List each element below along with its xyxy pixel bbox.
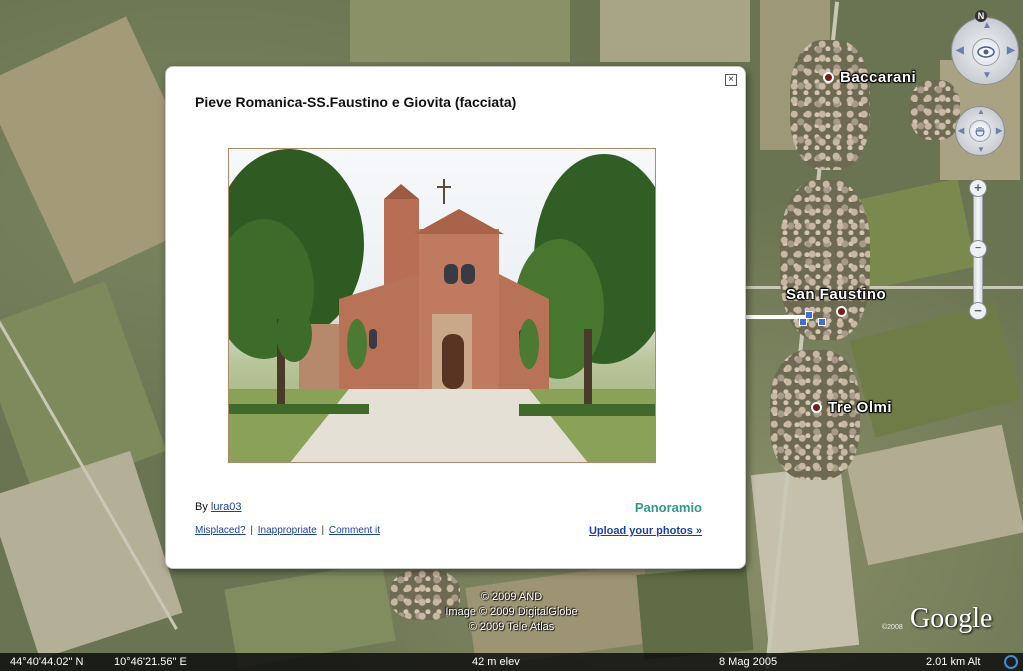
panoramio-logo[interactable]: Panoramio xyxy=(635,500,702,515)
move-control[interactable]: ▲ ▼ ◀ ▶ xyxy=(955,106,1005,156)
elevation-readout: 42 m elev xyxy=(472,656,520,668)
author-link[interactable]: lura03 xyxy=(211,501,242,513)
place-name: Baccarani xyxy=(840,69,917,86)
latitude-readout: 44°40'44.02" N xyxy=(10,656,84,668)
place-baccarani[interactable]: Baccarani xyxy=(823,69,916,86)
zoom-in-button[interactable]: + xyxy=(969,179,987,197)
look-control[interactable]: ▲ ▼ ◀ ▶ xyxy=(951,17,1019,85)
photo-pin-icon[interactable] xyxy=(818,318,826,326)
upload-photos-link[interactable]: Upload your photos » xyxy=(589,525,702,537)
close-icon[interactable]: × xyxy=(725,74,737,86)
village-area xyxy=(790,40,870,170)
place-name: San Faustino xyxy=(786,286,887,303)
village-area xyxy=(910,80,960,140)
arrow-left-icon[interactable]: ◀ xyxy=(958,126,964,135)
balloon-title: Pieve Romanica-SS.Faustino e Giovita (fa… xyxy=(195,94,517,110)
arrow-left-icon[interactable]: ◀ xyxy=(956,45,964,56)
copyright-line: Image © 2009 DigitalGlobe xyxy=(445,606,578,618)
hand-icon[interactable] xyxy=(969,120,991,142)
photo-author: By lura03 xyxy=(195,501,241,513)
arrow-up-icon[interactable]: ▲ xyxy=(977,107,985,116)
place-tre-olmi[interactable]: Tre Olmi xyxy=(811,399,892,416)
logo-year: ©2008 xyxy=(882,624,903,631)
arrow-down-icon[interactable]: ▼ xyxy=(982,70,992,81)
google-logo: Google xyxy=(910,603,993,634)
photo-actions: Misplaced? | Inappropriate | Comment it xyxy=(195,525,380,536)
author-prefix: By xyxy=(195,501,211,513)
altitude-readout: 2.01 km Alt xyxy=(926,656,981,668)
link-separator: | xyxy=(321,525,325,536)
streaming-indicator-icon xyxy=(1004,655,1018,669)
copyright-line: © 2009 Tele Atlas xyxy=(468,621,555,633)
arrow-right-icon[interactable]: ▶ xyxy=(1007,45,1015,56)
arrow-down-icon[interactable]: ▼ xyxy=(977,145,985,154)
imagery-date: 8 Mag 2005 xyxy=(719,656,778,668)
photo-pin-icon[interactable] xyxy=(805,311,813,319)
arrow-right-icon[interactable]: ▶ xyxy=(996,126,1002,135)
field xyxy=(600,0,750,62)
inappropriate-link[interactable]: Inappropriate xyxy=(258,525,317,536)
photo-balloon: × Pieve Romanica-SS.Faustino e Giovita (… xyxy=(165,66,746,569)
field xyxy=(845,424,1023,566)
place-marker-icon[interactable] xyxy=(811,402,822,413)
place-san-faustino[interactable]: San Faustino xyxy=(786,286,886,303)
field xyxy=(350,0,570,62)
longitude-readout: 10°46'21.56" E xyxy=(114,656,187,668)
status-bar: 44°40'44.02" N 10°46'21.56" E 42 m elev … xyxy=(0,653,1023,671)
link-separator: | xyxy=(250,525,253,536)
place-san-faustino-marker[interactable] xyxy=(836,306,847,317)
place-marker-icon[interactable] xyxy=(823,72,834,83)
misplaced-link[interactable]: Misplaced? xyxy=(195,525,246,536)
zoom-slider-handle[interactable]: − xyxy=(969,240,987,258)
zoom-out-button[interactable]: − xyxy=(969,302,987,320)
place-name: Tre Olmi xyxy=(828,399,893,416)
balloon-pointer xyxy=(745,315,805,319)
eye-icon[interactable] xyxy=(972,38,1000,66)
place-marker-icon[interactable] xyxy=(836,306,847,317)
photo-pin-icon[interactable] xyxy=(799,318,807,326)
copyright-line: © 2009 AND xyxy=(480,591,543,603)
north-indicator[interactable]: N xyxy=(975,10,987,22)
church-photo[interactable] xyxy=(228,148,656,463)
field xyxy=(849,302,1021,438)
arrow-up-icon[interactable]: ▲ xyxy=(982,20,992,31)
comment-link[interactable]: Comment it xyxy=(329,525,380,536)
